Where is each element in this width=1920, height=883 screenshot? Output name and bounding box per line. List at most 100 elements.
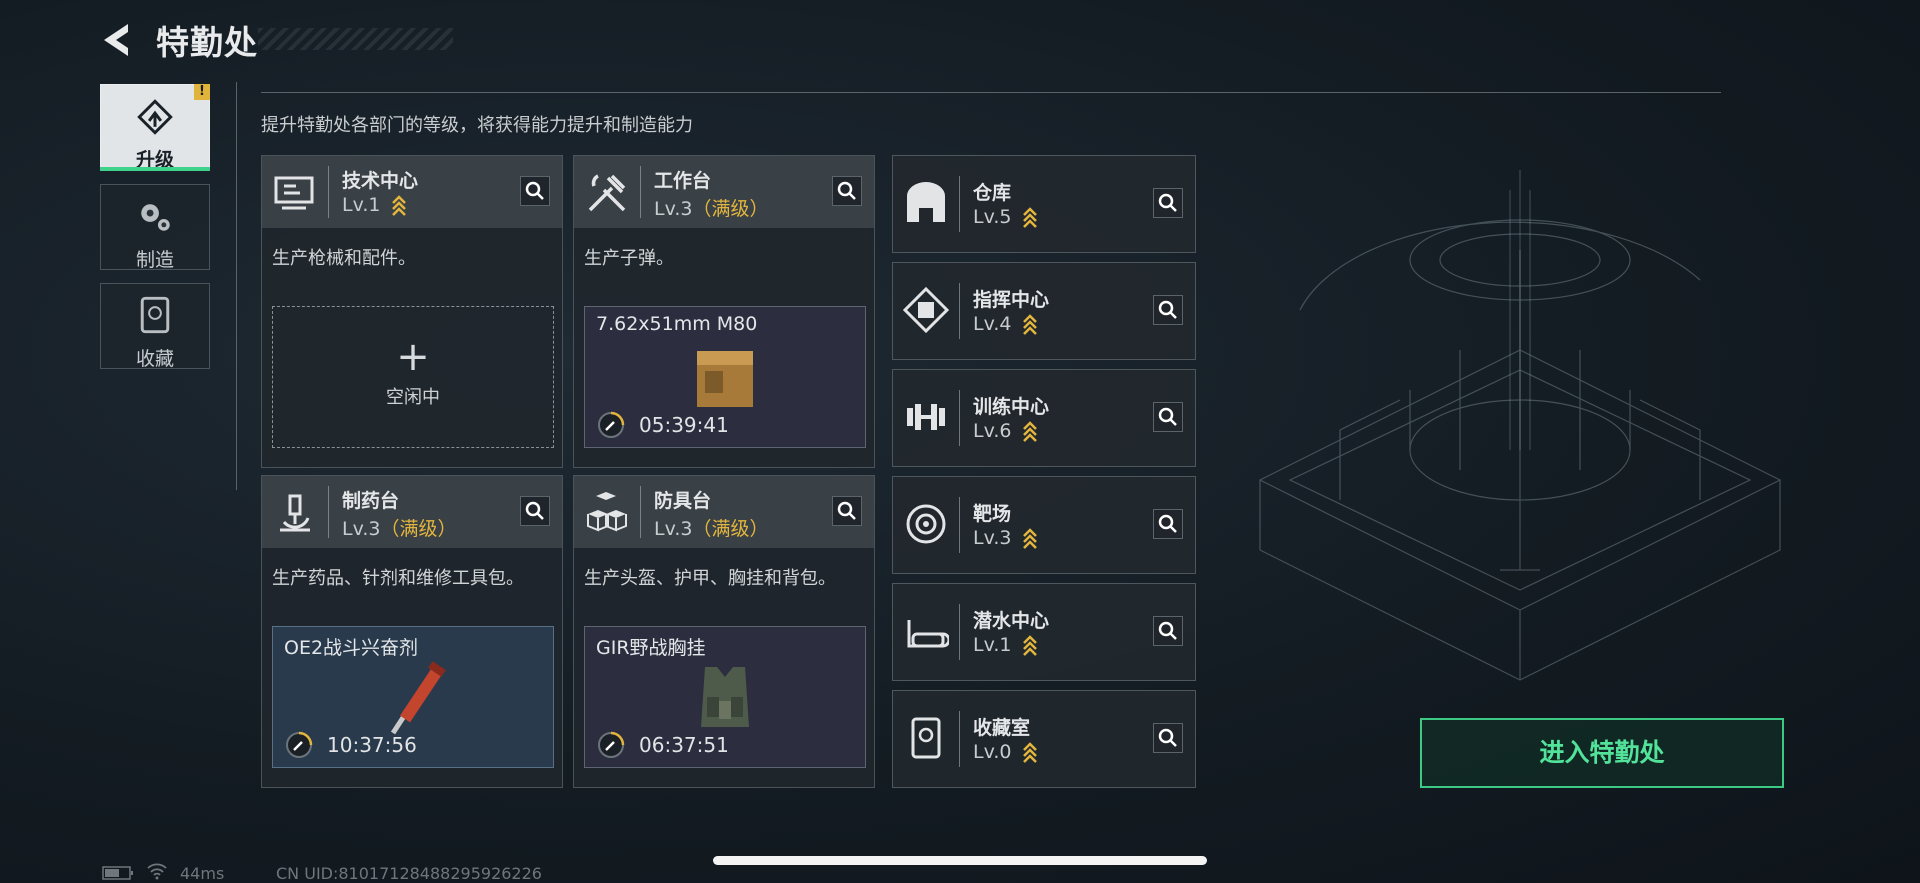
idle-label: 空闲中	[386, 387, 440, 408]
card-header: 工作台 Lv.3（满级）	[574, 156, 874, 228]
nav-label-craft: 制造	[135, 249, 174, 271]
left-divider	[236, 82, 237, 490]
inspect-button[interactable]	[1153, 723, 1183, 753]
cubes-icon	[587, 492, 627, 532]
top-divider	[261, 92, 1721, 93]
collection-icon	[140, 296, 170, 334]
card-description: 生产枪械和配件。	[272, 248, 416, 269]
wrench-timer-icon	[598, 731, 625, 758]
upgrade-chevron-icon	[391, 194, 406, 216]
product-name: GIR野战胸挂	[596, 637, 706, 659]
production-timer: 06:37:51	[639, 733, 729, 757]
inspect-button[interactable]	[1153, 188, 1183, 218]
battery-icon	[102, 866, 133, 880]
ammo-box-icon	[697, 351, 753, 407]
target-icon	[906, 504, 946, 544]
tech-center-icon	[274, 176, 314, 210]
room-collection[interactable]: 收藏室 Lv.0	[892, 690, 1196, 788]
search-icon	[1158, 728, 1177, 747]
card-header: 防具台 Lv.3（满级）	[574, 476, 874, 548]
room-level: Lv.3	[973, 527, 1038, 550]
title-decoration	[258, 28, 453, 50]
card-tech-center[interactable]: 技术中心 Lv.1 生产枪械和配件。 + 空闲中	[261, 155, 563, 468]
card-description: 生产子弹。	[584, 248, 674, 269]
ping-text: 44ms	[180, 864, 225, 883]
gears-icon	[141, 204, 170, 231]
card-name: 工作台	[654, 170, 712, 192]
search-icon	[1158, 407, 1177, 426]
production-slot[interactable]: OE2战斗兴奋剂 10:37:56	[272, 626, 554, 768]
back-button[interactable]	[98, 20, 138, 60]
card-header: 技术中心 Lv.1	[262, 156, 562, 228]
inspect-button[interactable]	[1153, 402, 1183, 432]
wrench-timer-icon	[286, 731, 313, 758]
room-name: 靶场	[973, 503, 1012, 525]
inspect-button[interactable]	[1153, 509, 1183, 539]
card-name: 制药台	[342, 490, 400, 512]
room-name: 收藏室	[973, 717, 1031, 739]
card-armor-bench[interactable]: 防具台 Lv.3（满级） 生产头盔、护甲、胸挂和背包。 GIR野战胸挂 06:3…	[573, 475, 875, 788]
product-name: OE2战斗兴奋剂	[284, 637, 419, 659]
diving-mask-icon	[907, 620, 949, 648]
enter-hq-button[interactable]: 进入特勤处	[1420, 718, 1784, 788]
production-timer: 05:39:41	[639, 413, 729, 437]
card-header: 制药台 Lv.3（满级）	[262, 476, 562, 548]
home-indicator[interactable]	[713, 856, 1207, 865]
inspect-button[interactable]	[1153, 295, 1183, 325]
room-level: Lv.0	[973, 741, 1038, 764]
upgrade-chevron-icon	[1022, 206, 1037, 228]
upgrade-chevron-icon	[1022, 634, 1037, 656]
add-icon: +	[396, 334, 430, 380]
room-level: Lv.6	[973, 420, 1038, 443]
search-icon	[837, 501, 856, 520]
room-name: 潜水中心	[973, 610, 1050, 632]
room-level: Lv.4	[973, 313, 1038, 336]
room-shooting-range[interactable]: 靶场 Lv.3	[892, 476, 1196, 574]
subtitle-text: 提升特勤处各部门的等级，将获得能力提升和制造能力	[261, 115, 693, 136]
wrench-timer-icon	[598, 411, 625, 438]
room-diving-center[interactable]: 潜水中心 Lv.1	[892, 583, 1196, 681]
command-center-icon	[903, 287, 949, 333]
room-warehouse[interactable]: 仓库 Lv.5	[892, 155, 1196, 253]
nav-tab-craft[interactable]: 制造	[100, 184, 210, 271]
card-name: 防具台	[654, 490, 712, 512]
microscope-icon	[280, 494, 310, 532]
collection-room-icon	[911, 717, 941, 759]
search-icon	[1158, 514, 1177, 533]
nav-tab-collection[interactable]: 收藏	[100, 283, 210, 370]
card-pharmacy[interactable]: 制药台 Lv.3（满级） 生产药品、针剂和维修工具包。 OE2战斗兴奋剂 10:…	[261, 475, 563, 788]
card-description: 生产头盔、护甲、胸挂和背包。	[584, 568, 836, 589]
back-arrow-icon	[104, 24, 128, 56]
room-name: 训练中心	[973, 396, 1050, 418]
room-training-center[interactable]: 训练中心 Lv.6	[892, 369, 1196, 467]
room-command-center[interactable]: 指挥中心 Lv.4	[892, 262, 1196, 360]
upgrade-chevron-icon	[1022, 420, 1037, 442]
inspect-button[interactable]	[1153, 616, 1183, 646]
production-slot-idle[interactable]: + 空闲中	[272, 306, 554, 448]
inspect-button[interactable]	[832, 496, 862, 526]
card-workbench[interactable]: 工作台 Lv.3（满级） 生产子弹。 7.62x51mm M80 05:39:4…	[573, 155, 875, 468]
room-name: 仓库	[973, 182, 1012, 204]
inspect-button[interactable]	[832, 176, 862, 206]
search-icon	[525, 501, 544, 520]
notice-badge: !	[194, 84, 210, 100]
page-title: 特勤处	[156, 23, 258, 62]
room-level: Lv.1	[973, 634, 1038, 657]
upgrade-chevron-icon	[1022, 527, 1037, 549]
search-icon	[525, 181, 544, 200]
upgrade-chevron-icon	[1022, 741, 1037, 763]
chest-rig-icon	[701, 667, 749, 727]
upgrade-chevron-icon	[1022, 313, 1037, 335]
room-name: 指挥中心	[973, 289, 1050, 311]
product-name: 7.62x51mm M80	[596, 313, 758, 335]
uid-text: CN UID:81017128488295926226	[276, 864, 542, 883]
inspect-button[interactable]	[520, 176, 550, 206]
dumbbell-icon	[907, 404, 945, 430]
production-slot[interactable]: GIR野战胸挂 06:37:51	[584, 626, 866, 768]
upgrade-icon	[137, 99, 173, 135]
nav-active-indicator	[100, 167, 210, 171]
inspect-button[interactable]	[520, 496, 550, 526]
card-name: 技术中心	[342, 170, 419, 192]
production-slot[interactable]: 7.62x51mm M80 05:39:41	[584, 306, 866, 448]
production-timer: 10:37:56	[327, 733, 417, 757]
